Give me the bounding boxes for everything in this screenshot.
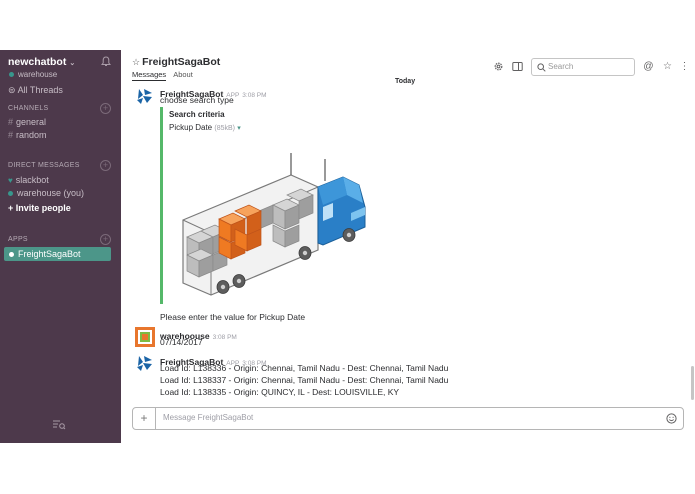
attachment-bar <box>160 107 163 304</box>
load-line: Load Id: L138336 - Origin: Chennai, Tami… <box>160 363 449 373</box>
channel-title: ☆ FreightSagaBot <box>132 56 220 68</box>
dm-label: slackbot <box>15 175 49 185</box>
main-pane: ☆ FreightSagaBot Messages About Search @ ☆… <box>121 50 695 443</box>
channels-header[interactable]: CHANNELS <box>8 105 49 112</box>
hash-icon: # <box>8 130 14 140</box>
dm-label: warehouse (you) <box>17 188 85 198</box>
bot-avatar[interactable] <box>135 86 155 106</box>
channel-name: FreightSagaBot <box>142 56 221 68</box>
sidebar: newchatbot ⌄ warehouse ⊜ All Threads CHAN… <box>0 50 121 443</box>
message-time[interactable]: 3:08 PM <box>213 334 237 341</box>
message-text: 07/14/2017 <box>160 337 203 347</box>
mentions-icon[interactable]: @ <box>643 61 654 72</box>
sidebar-item-general[interactable]: # general <box>8 117 46 127</box>
truck-image[interactable] <box>173 145 369 297</box>
emoji-icon[interactable] <box>666 413 677 424</box>
gear-icon[interactable] <box>493 61 504 72</box>
presence-dot-icon <box>9 72 14 78</box>
attach-file-button[interactable]: + <box>133 408 156 429</box>
slack-window: newchatbot ⌄ warehouse ⊜ All Threads CHAN… <box>0 50 695 443</box>
attachment-file[interactable]: Pickup Date (85kB) ▾ <box>169 123 241 132</box>
channel-label: random <box>16 130 47 140</box>
sidebar-item-warehouse[interactable]: warehouse (you) <box>8 188 84 198</box>
apps-header[interactable]: APPS <box>8 236 28 243</box>
user-avatar[interactable] <box>135 327 155 347</box>
current-user[interactable]: warehouse <box>9 70 57 79</box>
star-icon[interactable]: ☆ <box>662 61 673 72</box>
add-dm-icon[interactable]: + <box>100 160 111 171</box>
message-input[interactable]: Message FreightSagaBot <box>163 413 253 422</box>
search-placeholder: Search <box>548 62 574 71</box>
search-icon <box>537 63 546 72</box>
message-time[interactable]: 3:08 PM <box>242 92 266 99</box>
attachment-title: Search criteria <box>169 110 225 119</box>
star-icon[interactable]: ☆ <box>132 57 140 67</box>
threads-icon: ⊜ <box>8 85 16 95</box>
team-name[interactable]: newchatbot ⌄ <box>8 56 75 68</box>
date-divider: Today <box>395 78 416 85</box>
message-text: choose search type <box>160 95 234 105</box>
file-size: (85kB) <box>214 125 235 132</box>
load-line: Load Id: L138335 - Origin: QUINCY, IL - … <box>160 387 400 397</box>
current-user-label: warehouse <box>18 70 58 79</box>
team-caret-icon: ⌄ <box>69 60 76 67</box>
tab-messages[interactable]: Messages <box>132 70 167 81</box>
all-threads-link[interactable]: ⊜ All Threads <box>8 85 63 96</box>
search-input[interactable]: Search <box>531 58 635 76</box>
heart-icon: ♥ <box>8 176 13 185</box>
all-threads-label: All Threads <box>17 85 63 95</box>
bot-avatar[interactable] <box>135 353 155 373</box>
bell-icon[interactable] <box>101 56 111 67</box>
app-label: FreightSagaBot <box>18 249 81 259</box>
presence-dot-icon <box>8 191 13 197</box>
more-options-icon[interactable]: ⋮ <box>679 61 690 72</box>
sidebar-item-freightsagabot[interactable]: FreightSagaBot <box>4 247 111 261</box>
chevron-down-icon[interactable]: ▾ <box>237 125 241 132</box>
message-composer[interactable]: + Message FreightSagaBot <box>132 407 684 430</box>
direct-messages-header[interactable]: DIRECT MESSAGES <box>8 162 80 169</box>
channel-tabs: Messages About <box>132 70 200 81</box>
add-channel-icon[interactable]: + <box>100 103 111 114</box>
channel-label: general <box>16 117 47 127</box>
scrollbar[interactable] <box>691 366 694 400</box>
file-name: Pickup Date <box>169 123 213 132</box>
sidebar-item-random[interactable]: # random <box>8 130 47 140</box>
sidebar-toggle-icon[interactable] <box>512 61 523 72</box>
tab-about[interactable]: About <box>173 70 193 79</box>
hash-icon: # <box>8 117 14 127</box>
presence-dot-icon <box>9 252 14 258</box>
add-app-icon[interactable]: + <box>100 234 111 245</box>
message-followup: Please enter the value for Pickup Date <box>160 312 306 322</box>
quick-switcher-icon[interactable] <box>52 419 66 430</box>
load-line: Load Id: L138337 - Origin: Chennai, Tami… <box>160 375 449 385</box>
sidebar-item-slackbot[interactable]: ♥ slackbot <box>8 175 49 185</box>
invite-people-link[interactable]: + Invite people <box>8 203 71 213</box>
team-name-label: newchatbot <box>8 56 67 68</box>
